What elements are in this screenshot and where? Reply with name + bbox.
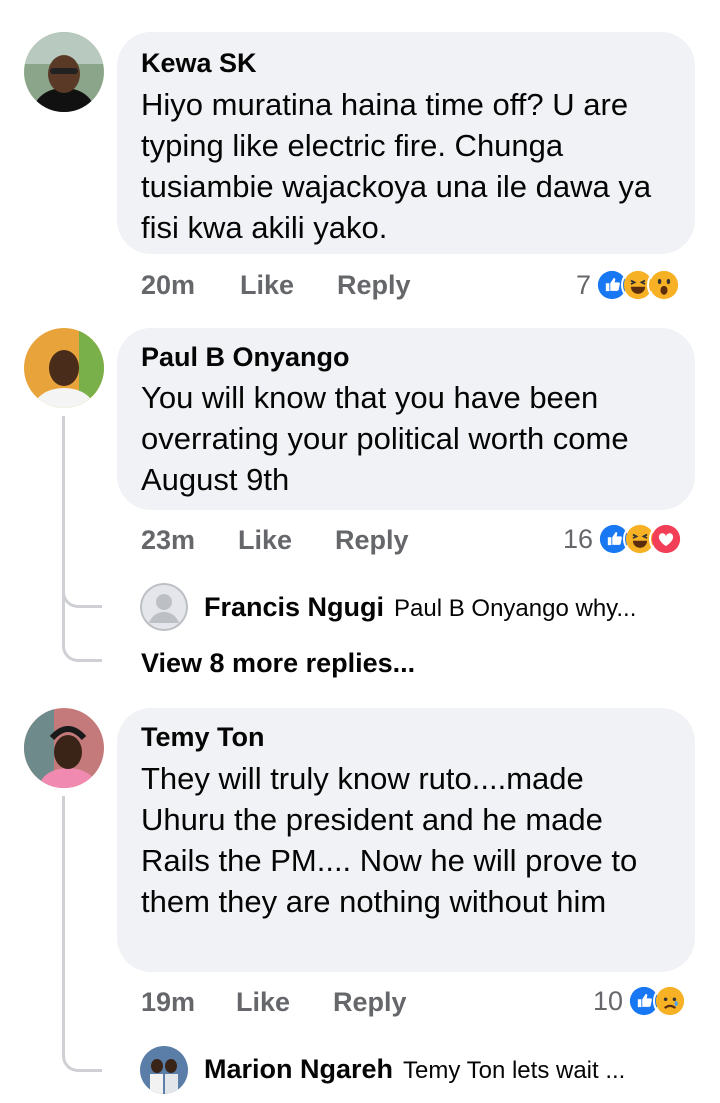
comment-bubble: Kewa SK Hiyo muratina haina time off? U … <box>117 32 695 254</box>
view-more-replies[interactable]: View 8 more replies... <box>141 648 415 679</box>
avatar[interactable] <box>24 328 104 408</box>
comment-bubble: Temy Ton They will truly know ruto....ma… <box>117 708 695 972</box>
reaction-summary[interactable]: 7 <box>576 267 682 303</box>
reply-button[interactable]: Reply <box>335 525 409 556</box>
comment-author[interactable]: Temy Ton <box>141 722 265 753</box>
comment-text: Hiyo muratina haina time off? U are typi… <box>141 87 652 245</box>
comment-time[interactable]: 23m <box>141 525 195 556</box>
like-button[interactable]: Like <box>240 270 294 301</box>
reaction-count: 16 <box>563 523 594 554</box>
wow-icon <box>647 268 682 302</box>
reaction-count: 10 <box>593 985 624 1016</box>
avatar[interactable] <box>140 1046 188 1094</box>
like-button[interactable]: Like <box>236 987 290 1018</box>
reply-snippet: Temy Ton lets wait ... <box>403 1057 626 1084</box>
reply-author[interactable]: Francis Ngugi <box>204 592 384 622</box>
comment-text: You will know that you have been overrat… <box>141 380 629 497</box>
comment-author[interactable]: Kewa SK <box>141 48 257 79</box>
reply-preview[interactable]: Francis Ngugi Paul B Onyango why... <box>204 592 636 623</box>
reaction-count: 7 <box>576 269 592 300</box>
like-button[interactable]: Like <box>238 525 292 556</box>
reply-author[interactable]: Marion Ngareh <box>204 1054 393 1084</box>
comment-time[interactable]: 19m <box>141 987 195 1018</box>
reply-snippet: Paul B Onyango why... <box>394 595 637 622</box>
reply-preview[interactable]: Marion Ngareh Temy Ton lets wait ... <box>204 1054 625 1085</box>
sad-icon <box>653 984 688 1018</box>
reaction-summary[interactable]: 10 <box>593 983 688 1019</box>
thread-line <box>62 416 65 636</box>
thread-branch <box>62 582 102 608</box>
comment-text: They will truly know ruto....made Uhuru … <box>141 761 638 919</box>
reply-button[interactable]: Reply <box>337 270 411 301</box>
thread-branch <box>62 636 102 662</box>
comment-author[interactable]: Paul B Onyango <box>141 342 350 373</box>
avatar[interactable] <box>24 32 104 112</box>
thread-line <box>62 796 65 1046</box>
reaction-summary[interactable]: 16 <box>563 521 684 557</box>
comment-time[interactable]: 20m <box>141 270 195 301</box>
avatar[interactable] <box>24 708 104 788</box>
love-icon <box>649 522 684 556</box>
reply-button[interactable]: Reply <box>333 987 407 1018</box>
comment-bubble: Paul B Onyango You will know that you ha… <box>117 328 695 510</box>
thread-branch <box>62 1046 102 1072</box>
avatar-placeholder[interactable] <box>140 583 188 631</box>
